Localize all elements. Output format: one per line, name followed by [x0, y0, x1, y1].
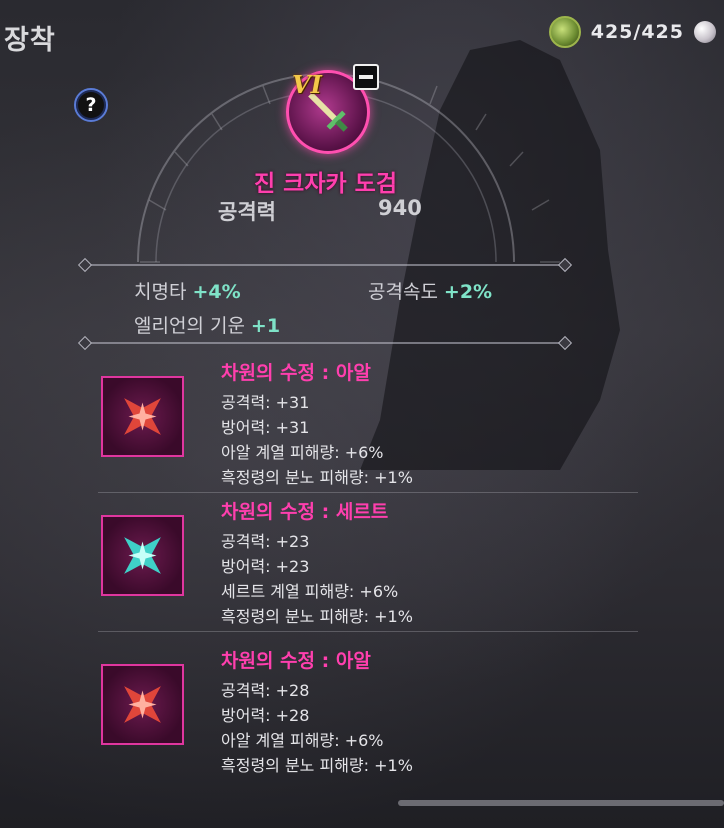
- green-gem-icon: [548, 16, 581, 48]
- crystal-icon[interactable]: [101, 664, 184, 745]
- substat-label: 엘리언의 기운: [134, 315, 245, 337]
- gem-stat: 공격력: +28: [221, 681, 310, 700]
- pearl-icon[interactable]: [694, 21, 716, 43]
- minus-icon[interactable]: [353, 64, 379, 90]
- substat-crit: 치명타 +4%: [134, 277, 241, 304]
- gem-stat: 아알 계열 피해량: +6%: [221, 731, 384, 750]
- gem-stat: 방어력: +31: [221, 418, 310, 437]
- divider-top: [84, 264, 566, 266]
- weapon-name: 진 크자카 도검: [254, 171, 397, 197]
- substat-value: +2%: [443, 281, 493, 303]
- gem-stat: 흑정령의 분노 피해량: +1%: [221, 468, 413, 487]
- substat-value: +4%: [192, 281, 241, 303]
- divider-bottom: [84, 342, 566, 344]
- crystal-icon[interactable]: [101, 515, 184, 596]
- scrollbar[interactable]: [398, 800, 724, 806]
- substat-value: +1: [250, 315, 281, 337]
- gem-separator: [98, 492, 638, 493]
- gem-stat: 세르트 계열 피해량: +6%: [221, 582, 399, 601]
- gem-stat: 공격력: +31: [221, 393, 310, 412]
- gem-stat: 흑정령의 분노 피해량: +1%: [221, 607, 413, 626]
- resource-counter: 425/425: [548, 16, 716, 48]
- gem-name: 차원의 수정 : 세르트: [221, 501, 389, 523]
- tier-badge: VI: [292, 70, 322, 99]
- substat-label: 치명타: [134, 281, 187, 303]
- help-button[interactable]: ?: [74, 88, 108, 122]
- substat-elion: 엘리언의 기운 +1: [134, 311, 280, 338]
- gem-stat: 흑정령의 분노 피해량: +1%: [221, 756, 413, 775]
- substat-label: 공격속도: [368, 281, 438, 303]
- attack-value: 940: [378, 196, 422, 220]
- crystal-icon[interactable]: [101, 376, 184, 457]
- page-title: 장착: [4, 25, 56, 56]
- gem-name: 차원의 수정 : 아알: [221, 362, 371, 384]
- gem-stat: 방어력: +28: [221, 706, 310, 725]
- resource-value: 425/425: [590, 21, 684, 43]
- gem-stat: 공격력: +23: [221, 532, 310, 551]
- gem-stat: 방어력: +23: [221, 557, 310, 576]
- substat-attack-speed: 공격속도 +2%: [368, 277, 492, 304]
- gem-separator: [98, 631, 638, 632]
- gem-stat: 아알 계열 피해량: +6%: [221, 443, 384, 462]
- gem-name: 차원의 수정 : 아알: [221, 650, 371, 672]
- attack-label: 공격력: [218, 200, 276, 224]
